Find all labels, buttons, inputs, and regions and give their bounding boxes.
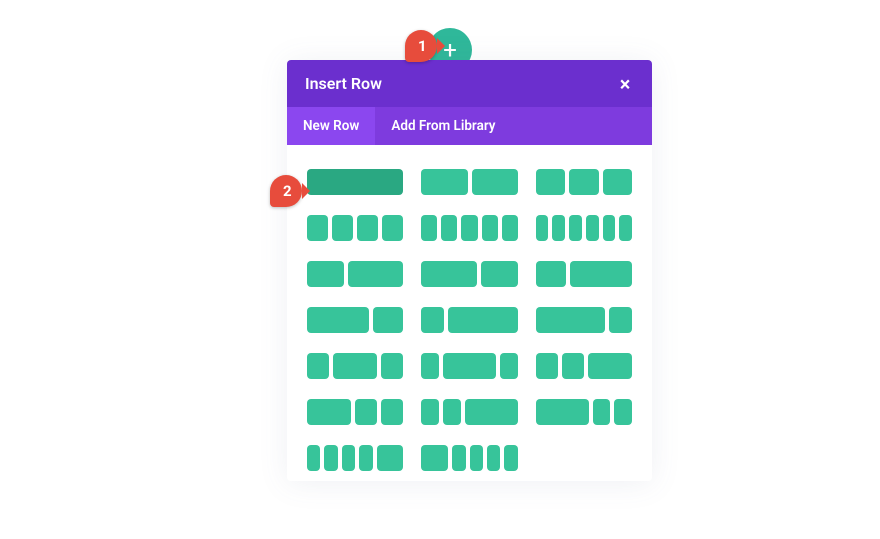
- layout-option-3_5_1_5_1_5[interactable]: [536, 399, 632, 425]
- layout-col: [421, 353, 439, 379]
- layout-col: [536, 399, 589, 425]
- layout-col: [348, 261, 403, 287]
- tab-new-row[interactable]: New Row: [287, 107, 375, 145]
- layout-option-1_3_2_3[interactable]: [536, 261, 632, 287]
- layout-col: [570, 261, 632, 287]
- layout-option-3_5_2_5[interactable]: [421, 261, 517, 287]
- layout-option-4_6_1_6_1_6[interactable]: [421, 445, 517, 471]
- layout-col: [307, 307, 369, 333]
- layout-col: [421, 445, 448, 471]
- layout-col: [373, 307, 404, 333]
- layout-col: [421, 169, 467, 195]
- layout-option-1_5_x5[interactable]: [421, 215, 517, 241]
- layout-col: [332, 215, 353, 241]
- layout-col: [381, 353, 403, 379]
- layout-col: [536, 307, 605, 333]
- layout-col: [465, 399, 518, 425]
- layout-col: [461, 215, 477, 241]
- layout-col: [619, 215, 632, 241]
- layout-col: [324, 445, 337, 471]
- layout-col: [307, 399, 351, 425]
- layout-option-1_4_1_4_1_2[interactable]: [536, 353, 632, 379]
- layout-option-1_5_1_5_3_5[interactable]: [421, 399, 517, 425]
- layout-option-1_4_1_2_1_4[interactable]: [307, 353, 403, 379]
- layout-col: [603, 215, 616, 241]
- layout-col: [614, 399, 632, 425]
- layout-col: [381, 399, 403, 425]
- layout-col: [307, 445, 320, 471]
- layout-col: [536, 169, 565, 195]
- layout-col: [470, 445, 483, 471]
- layout-col: [569, 215, 582, 241]
- layout-option-2_5_3_5[interactable]: [307, 261, 403, 287]
- layout-option-1_2_1_4_1_4[interactable]: [307, 399, 403, 425]
- layout-col: [421, 307, 444, 333]
- layout-col: [562, 353, 584, 379]
- layout-col: [502, 215, 518, 241]
- layout-col: [333, 353, 377, 379]
- layout-col: [609, 307, 632, 333]
- layout-col: [603, 169, 632, 195]
- layout-col: [359, 445, 372, 471]
- layout-col: [588, 353, 632, 379]
- layout-option-1_4_3_4[interactable]: [421, 307, 517, 333]
- layout-col: [536, 353, 558, 379]
- layout-col: [504, 445, 517, 471]
- layout-col: [487, 445, 500, 471]
- layout-option-1_5_3_5_1_5[interactable]: [421, 353, 517, 379]
- layout-col: [586, 215, 599, 241]
- layout-option-1_3_1_3_1_3[interactable]: [536, 169, 632, 195]
- layout-col: [552, 215, 565, 241]
- layout-option-1_6_1_6_4_6[interactable]: [307, 445, 403, 471]
- layout-col: [307, 169, 403, 195]
- layout-col: [307, 353, 329, 379]
- layout-col: [443, 353, 496, 379]
- layout-col: [536, 215, 549, 241]
- layout-option-1_4_x4[interactable]: [307, 215, 403, 241]
- layout-col: [481, 261, 518, 287]
- layout-col: [569, 169, 598, 195]
- layout-option-2_3_1_3[interactable]: [307, 307, 403, 333]
- layout-col: [307, 261, 344, 287]
- modal-tabs: New Row Add From Library: [287, 107, 652, 145]
- modal-header: Insert Row ×: [287, 60, 652, 107]
- layout-col: [421, 399, 439, 425]
- layout-col: [593, 399, 611, 425]
- layout-col: [441, 215, 457, 241]
- layout-col: [355, 399, 377, 425]
- modal-close-button[interactable]: ×: [616, 75, 634, 93]
- layout-col: [357, 215, 378, 241]
- layout-col: [500, 353, 518, 379]
- layout-col: [452, 445, 465, 471]
- layout-option-1_6_x6[interactable]: [536, 215, 632, 241]
- layout-col: [421, 215, 437, 241]
- modal-title: Insert Row: [305, 74, 382, 93]
- layout-col: [482, 215, 498, 241]
- annotation-marker-2: 2: [270, 175, 302, 207]
- tab-add-from-library[interactable]: Add From Library: [375, 107, 511, 145]
- layout-col: [448, 307, 517, 333]
- layout-col: [342, 445, 355, 471]
- layout-col: [421, 261, 476, 287]
- modal-body: [287, 145, 652, 481]
- layout-col: [443, 399, 461, 425]
- column-layout-grid: [307, 169, 632, 471]
- layout-col: [307, 215, 328, 241]
- layout-option-1_2_1_2[interactable]: [421, 169, 517, 195]
- insert-row-modal: Insert Row × New Row Add From Library: [287, 60, 652, 481]
- layout-col: [377, 445, 404, 471]
- layout-col: [382, 215, 403, 241]
- layout-option-3_4_1_4[interactable]: [536, 307, 632, 333]
- layout-col: [536, 261, 567, 287]
- annotation-marker-1: 1: [405, 30, 437, 62]
- layout-col: [472, 169, 518, 195]
- layout-option-1_1[interactable]: [307, 169, 403, 195]
- close-icon: ×: [620, 74, 631, 94]
